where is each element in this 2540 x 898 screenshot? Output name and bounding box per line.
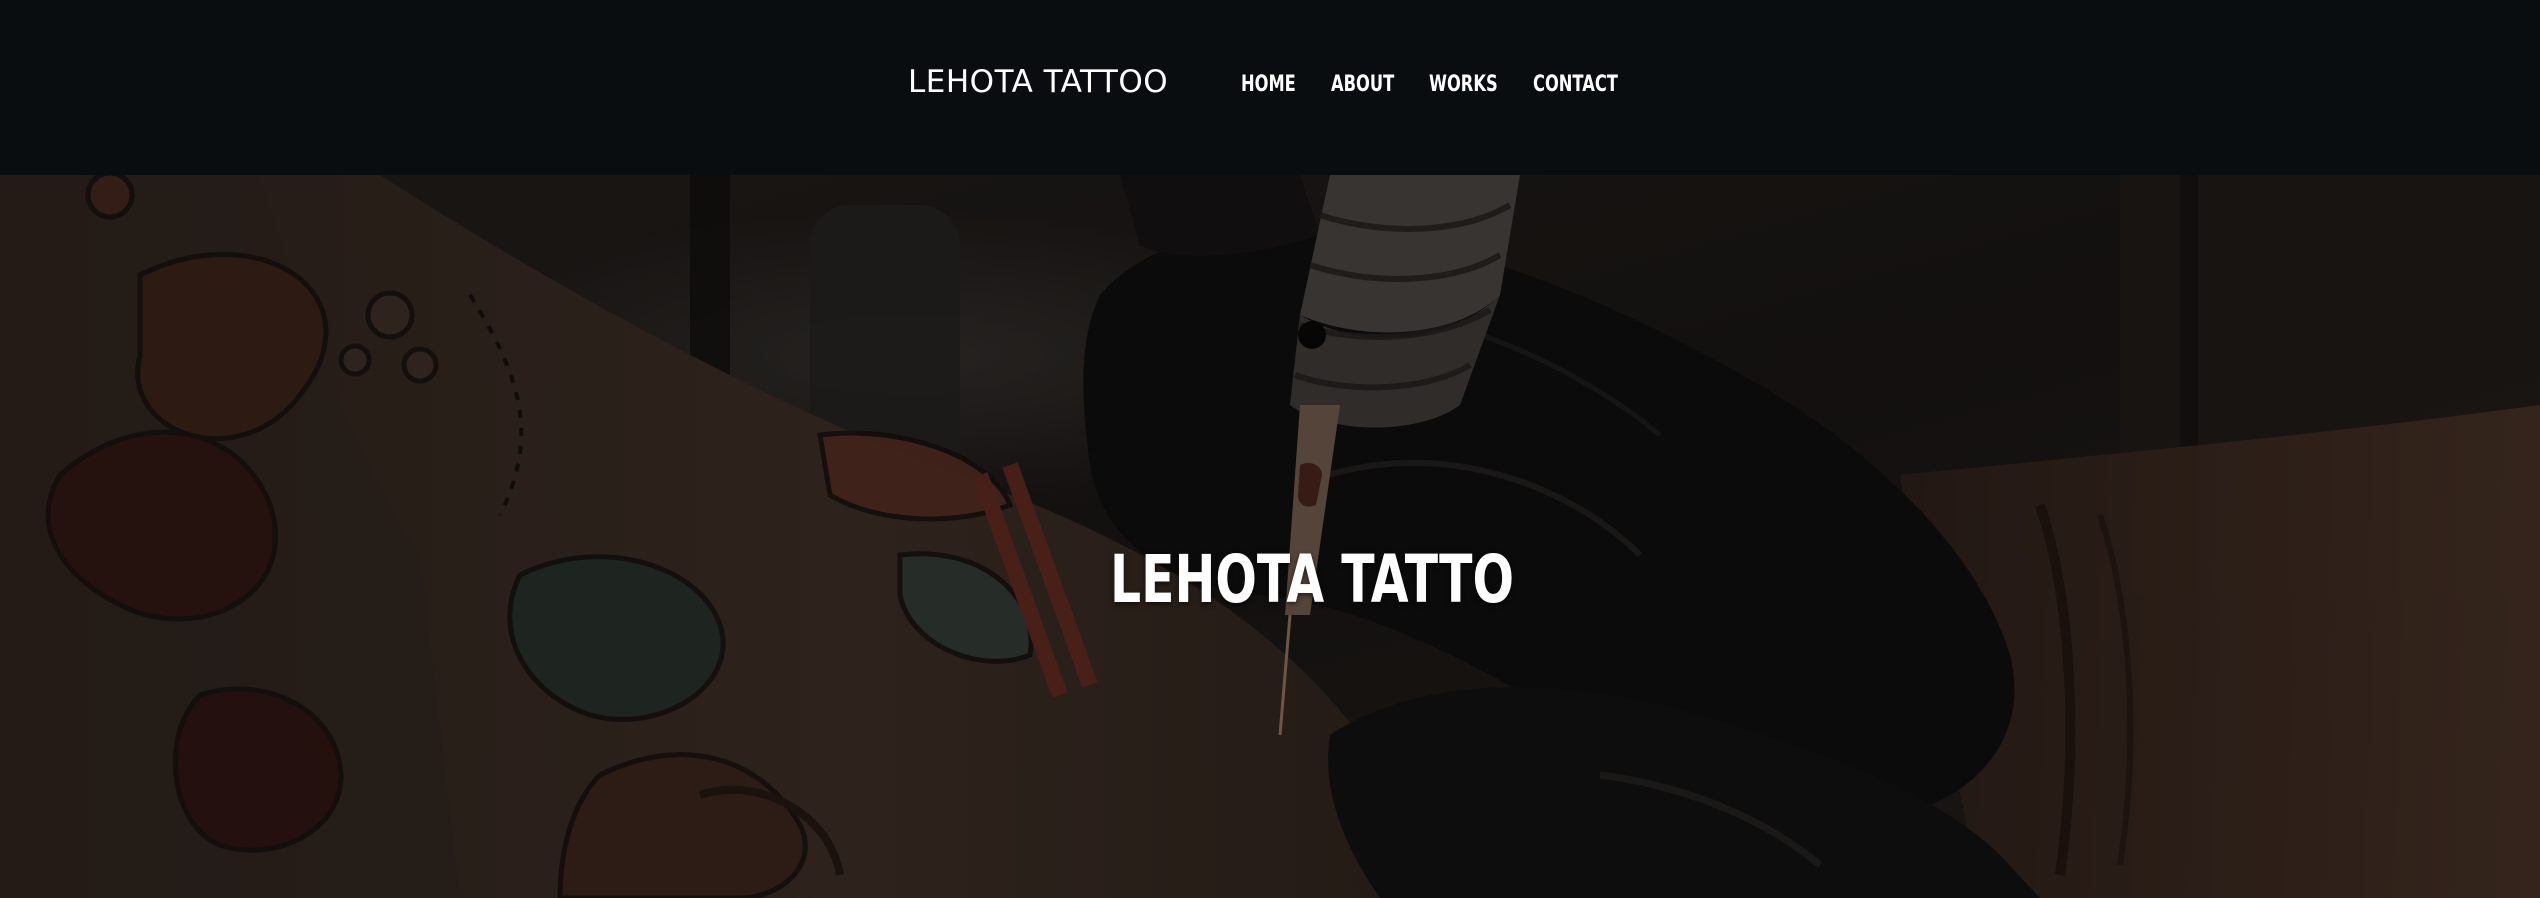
nav-contact-link[interactable]: CONTACT: [1533, 72, 1618, 97]
nav-about-link[interactable]: ABOUT: [1331, 72, 1394, 97]
hero-title: LEHOTA TATTO: [1110, 541, 1515, 618]
site-logo-text[interactable]: LEHOTA TATTOO: [908, 64, 1168, 100]
nav-home-link[interactable]: HOME: [1241, 72, 1296, 97]
nav-works-link[interactable]: WORKS: [1429, 72, 1498, 97]
hero-background-image: [0, 175, 2540, 898]
site-header: LEHOTA TATTOO HOME ABOUT WORKS CONTACT: [0, 0, 2540, 175]
hero-section: LEHOTA TATTO: [0, 175, 2540, 898]
